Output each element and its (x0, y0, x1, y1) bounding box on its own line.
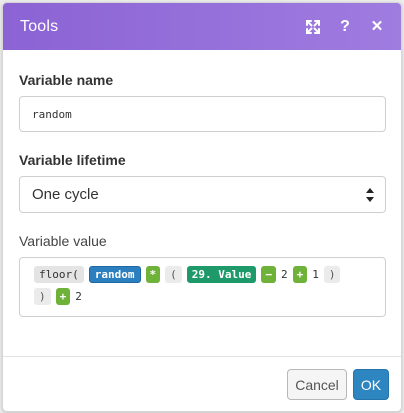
open-paren-token[interactable]: ( (165, 266, 182, 283)
close-paren-token[interactable]: ) (323, 266, 341, 283)
expression-line-1: floor( random * ( 29. Value − 2 + 1 ) (34, 266, 371, 283)
variable-name-input[interactable]: random (19, 96, 386, 132)
footer-divider (3, 356, 401, 357)
dialog-footer: Cancel OK (287, 369, 389, 400)
dialog-header: Tools ? ✕ (3, 3, 401, 50)
number-token: 2 (75, 290, 82, 303)
variable-value-label: Variable value (19, 233, 107, 249)
expand-icon[interactable] (303, 17, 323, 37)
variable-lifetime-value: One cycle (32, 186, 99, 203)
variable-lifetime-select[interactable]: One cycle (19, 176, 386, 213)
close-paren-token[interactable]: ) (34, 288, 51, 305)
floor-function-token[interactable]: floor( (34, 266, 84, 283)
variable-value-field: Variable value floor( random * ( 29. Val… (19, 233, 386, 317)
number-token: 2 (280, 268, 288, 281)
number-token: 1 (312, 268, 319, 281)
ok-button[interactable]: OK (353, 369, 389, 400)
expression-line-2: ) + 2 (34, 288, 371, 305)
module-value-token[interactable]: 29. Value (186, 266, 257, 283)
close-icon[interactable]: ✕ (367, 17, 387, 37)
variable-name-label: Variable name (19, 72, 114, 88)
variable-name-field: Variable name random (19, 72, 386, 132)
header-actions: ? ✕ (303, 17, 387, 37)
dialog-title: Tools (20, 17, 59, 35)
multiply-operator-token[interactable]: * (145, 266, 161, 283)
plus-operator-token[interactable]: + (55, 288, 71, 305)
dialog-body: Variable name random Variable lifetime O… (3, 50, 401, 317)
variable-lifetime-label: Variable lifetime (19, 152, 126, 168)
variable-token-random[interactable]: random (88, 266, 141, 283)
variable-value-expression[interactable]: floor( random * ( 29. Value − 2 + 1 ) ) … (19, 257, 386, 317)
select-arrows-icon (366, 188, 374, 202)
cancel-button[interactable]: Cancel (287, 369, 347, 400)
minus-operator-token[interactable]: − (261, 266, 276, 283)
tools-dialog: Tools ? ✕ Variable name random Variable … (2, 2, 402, 412)
plus-operator-token[interactable]: + (292, 266, 308, 283)
variable-lifetime-field: Variable lifetime One cycle (19, 152, 386, 213)
help-icon[interactable]: ? (335, 17, 355, 37)
